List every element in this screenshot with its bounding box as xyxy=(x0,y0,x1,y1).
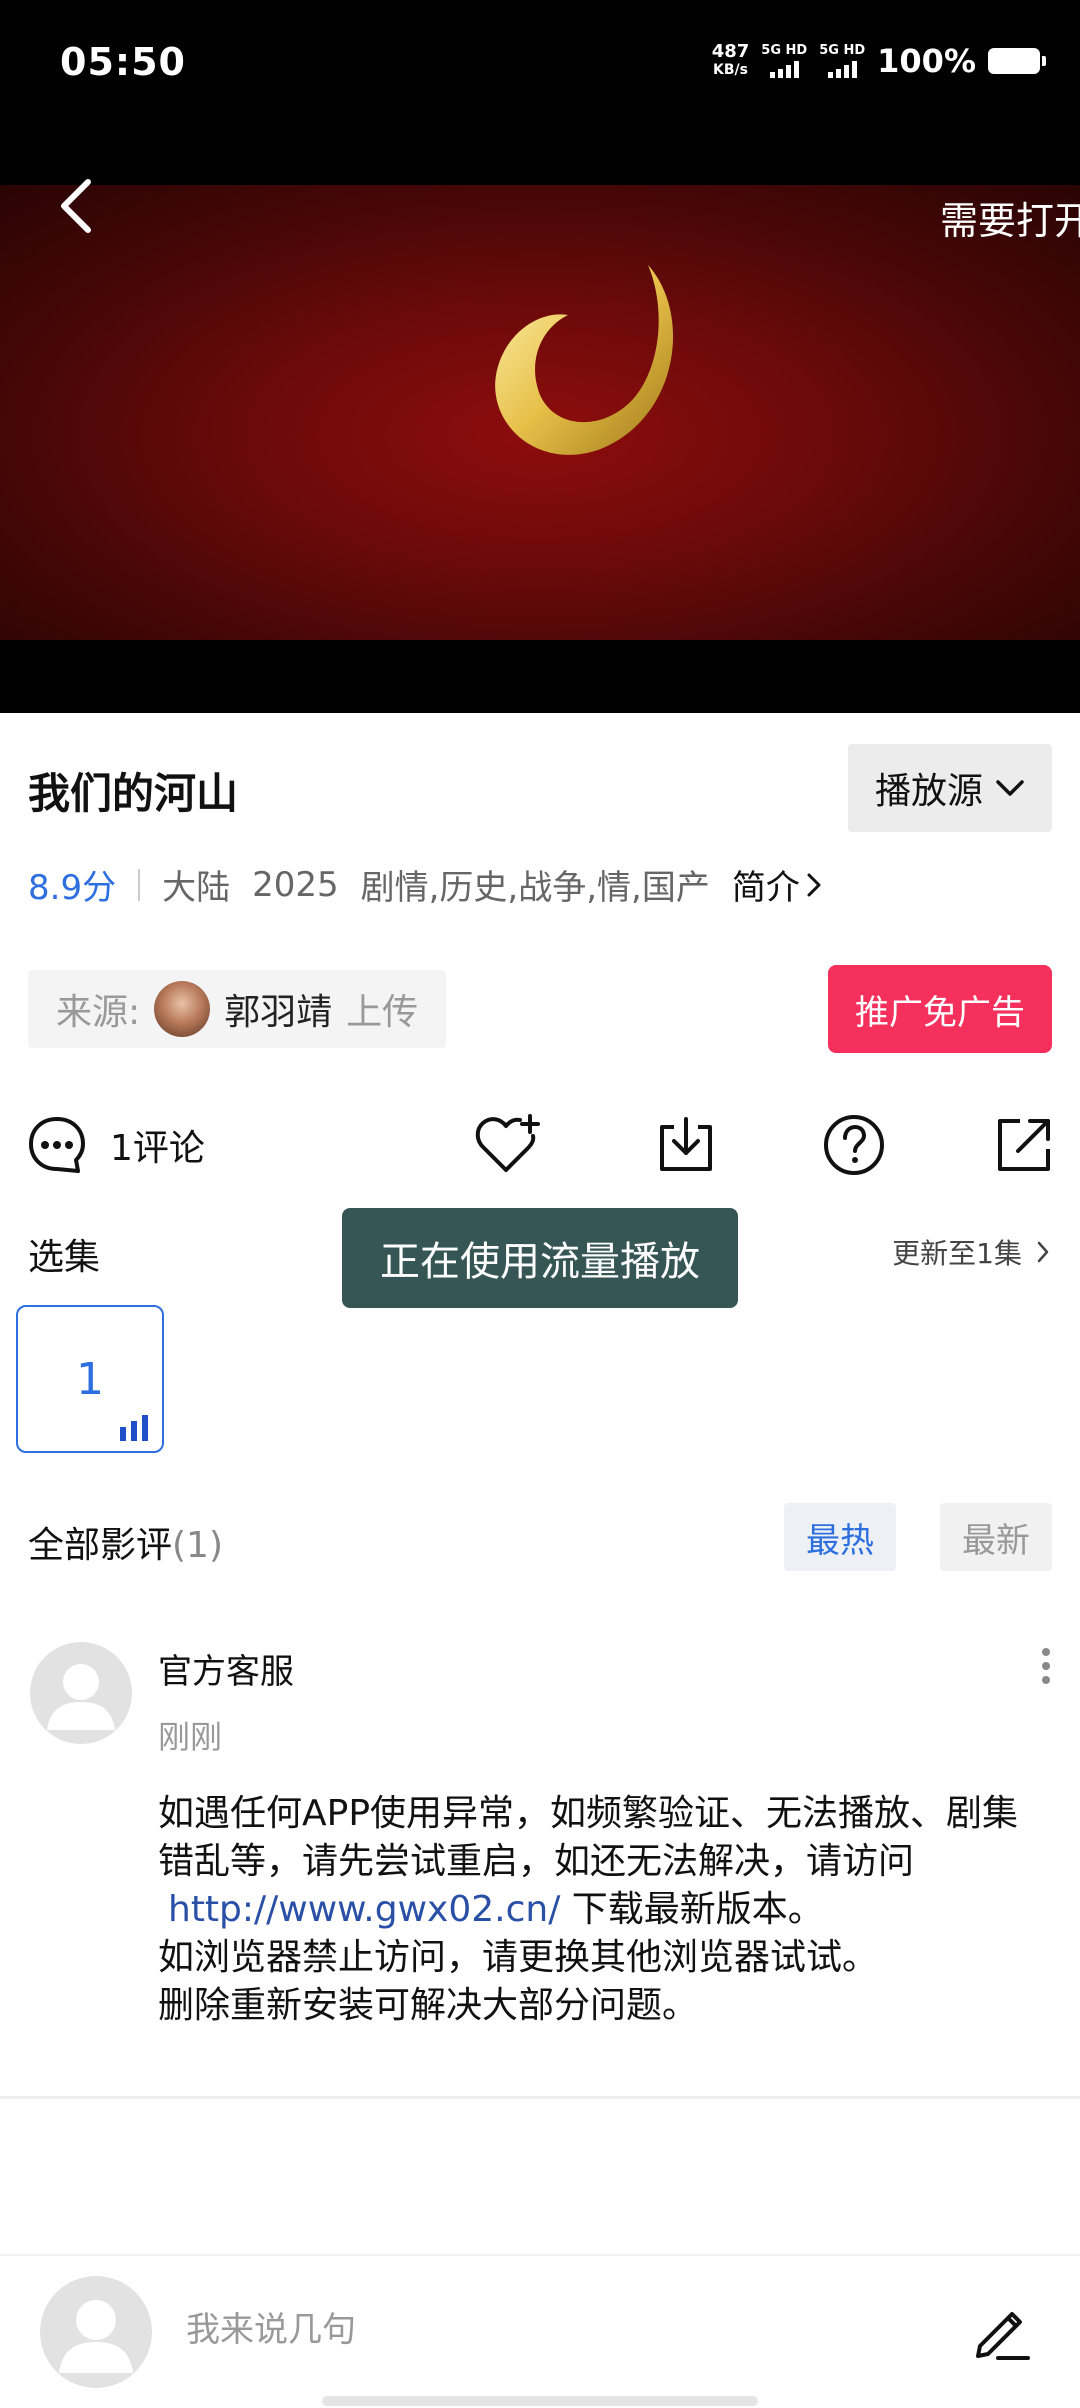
favorite-button[interactable] xyxy=(474,1110,544,1180)
help-button[interactable] xyxy=(822,1110,886,1180)
episodes-update-link[interactable]: 更新至1集 xyxy=(892,1232,1050,1272)
share-button[interactable] xyxy=(994,1110,1054,1180)
movie-rating: 8.9分 xyxy=(28,868,117,908)
comment-button[interactable]: 1评论 xyxy=(26,1110,205,1180)
back-arrow-icon[interactable] xyxy=(50,170,100,240)
uploader-avatar xyxy=(154,981,211,1037)
battery-icon xyxy=(988,48,1046,74)
download-icon xyxy=(660,1117,712,1171)
default-avatar-icon xyxy=(47,1664,115,1730)
movie-title: 我们的河山 xyxy=(28,769,239,818)
uploader-action: 上传 xyxy=(346,992,419,1033)
status-bar: 05:50 487 KB/s 5G HD 5G HD 100% xyxy=(0,0,1080,130)
comment-input[interactable]: 我来说几句 xyxy=(186,2302,356,2351)
review-link[interactable]: http://www.gwx02.cn/ xyxy=(168,1889,560,1930)
episode-number: 1 xyxy=(76,1353,104,1405)
home-indicator xyxy=(322,2396,758,2406)
default-avatar-icon xyxy=(59,2300,133,2373)
intro-link[interactable]: 简介 xyxy=(732,860,822,909)
signal-sim1-icon: 5G HD xyxy=(761,44,807,78)
scrolling-notice: 需要打开 xyxy=(940,199,1080,243)
network-speed: 487 KB/s xyxy=(711,41,750,79)
share-external-icon xyxy=(998,1119,1050,1171)
chevron-right-icon xyxy=(1037,1241,1049,1263)
battery-percent: 100% xyxy=(877,42,976,80)
reviews-title: 全部影评(1) xyxy=(28,1525,224,1566)
review-author: 官方客服 xyxy=(158,1652,294,1692)
video-frame xyxy=(0,185,1080,640)
movie-region: 大陆 xyxy=(162,868,231,908)
status-indicators: 487 KB/s 5G HD 5G HD 100% xyxy=(711,41,1046,80)
signal-sim2-icon: 5G HD xyxy=(819,44,865,78)
review-time: 刚刚 xyxy=(158,1718,223,1756)
comment-count: 1评论 xyxy=(110,1128,205,1169)
action-bar: 1评论 xyxy=(0,1110,1080,1180)
review-content: 如遇任何APP使用异常，如频繁验证、无法播放、剧集错乱等，请先尝试重启，如还无法… xyxy=(158,1793,1019,2026)
chevron-right-icon xyxy=(807,873,821,896)
movie-meta: 8.9分 大陆 2025 剧情,历史,战争,情,国产 简介 xyxy=(28,860,822,909)
chevron-down-icon xyxy=(996,780,1024,796)
play-source-button[interactable]: 播放源 xyxy=(848,744,1052,832)
play-source-label: 播放源 xyxy=(874,771,983,812)
comment-icon xyxy=(29,1117,85,1173)
review-avatar[interactable] xyxy=(30,1642,132,1744)
promote-ad-free-button[interactable]: 推广免广告 xyxy=(828,965,1052,1053)
help-question-icon xyxy=(824,1115,884,1175)
download-button[interactable] xyxy=(654,1110,718,1180)
edit-pen-icon[interactable] xyxy=(968,2298,1034,2364)
movie-year: 2025 xyxy=(252,864,339,905)
episodes-title: 选集 xyxy=(28,1237,101,1278)
movie-genres: 剧情,历史,战争,情,国产 xyxy=(360,868,710,908)
sort-newest-tab[interactable]: 最新 xyxy=(940,1503,1052,1571)
uploader-label: 来源: xyxy=(56,992,141,1033)
sort-hottest-tab[interactable]: 最热 xyxy=(784,1503,896,1571)
section-divider xyxy=(0,2096,1080,2099)
episode-item[interactable]: 1 xyxy=(16,1305,164,1453)
crescent-logo-image xyxy=(495,265,674,455)
episodes-update-label: 更新至1集 xyxy=(892,1237,1022,1270)
uploader-info[interactable]: 来源: 郭羽靖 上传 xyxy=(28,970,447,1048)
heart-plus-icon xyxy=(475,1114,540,1172)
more-options-icon[interactable] xyxy=(1036,1646,1056,1686)
reviews-count: (1) xyxy=(172,1525,224,1566)
intro-label: 简介 xyxy=(731,868,800,908)
comment-bar: 我来说几句 xyxy=(0,2254,1080,2408)
status-time: 05:50 xyxy=(60,40,186,84)
now-playing-icon xyxy=(120,1415,148,1441)
meta-divider xyxy=(138,868,141,901)
my-avatar xyxy=(40,2276,152,2388)
uploader-name: 郭羽靖 xyxy=(224,992,333,1033)
toast-message: 正在使用流量播放 xyxy=(342,1208,738,1308)
video-player[interactable]: 需要打开 xyxy=(0,130,1080,713)
